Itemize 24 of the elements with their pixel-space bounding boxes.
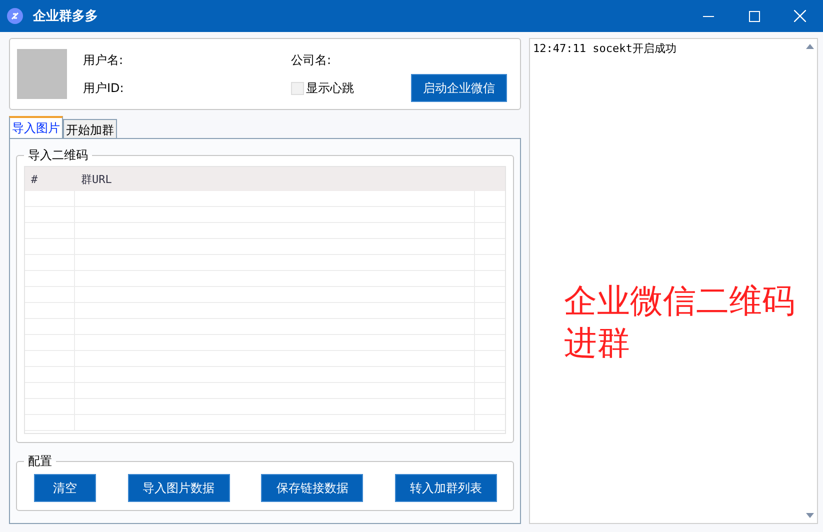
scroll-down-icon[interactable] [805,512,815,520]
app-icon [7,8,23,24]
start-button[interactable]: 启动企业微信 [411,74,507,102]
window-title: 企业群多多 [33,8,99,25]
group-title: 导入二维码 [27,147,89,164]
maximize-icon[interactable] [748,10,760,22]
user-name-label: 用户名: [83,52,124,68]
action-button[interactable]: 保存链接数据 [261,474,364,502]
user-id-label: 用户ID: [83,80,125,96]
action-button[interactable]: 导入图片数据 [128,474,230,502]
group-title: 配置 [27,453,53,470]
annotation-text: 企业微信二维码进群 [564,280,796,364]
action-button[interactable]: 清空 [34,474,96,502]
avatar [17,49,67,99]
tab[interactable]: 导入图片 [9,116,63,138]
close-icon[interactable] [794,10,806,22]
log-line: 12:47:11 socekt开启成功 [533,41,678,56]
heartbeat-checkbox[interactable]: 显示心跳 [291,80,411,96]
action-button[interactable]: 转入加群列表 [394,474,497,502]
column-header: 群URL [80,172,113,186]
company-label: 公司名: [291,52,332,68]
column-header: # [30,172,39,186]
scroll-up-icon[interactable] [805,42,815,50]
tab[interactable]: 开始加群 [63,119,117,138]
